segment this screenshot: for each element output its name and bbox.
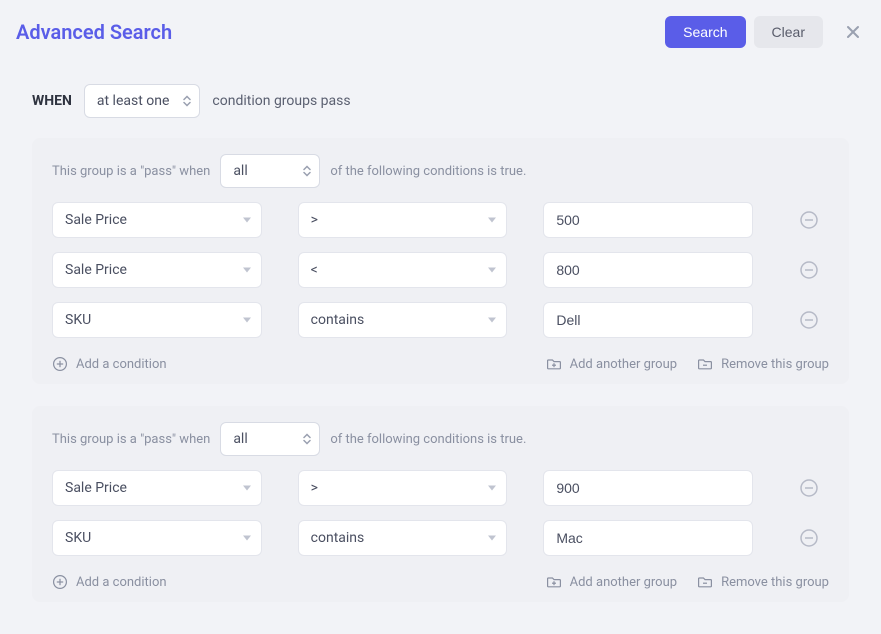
remove-group-label: Remove this group bbox=[721, 357, 829, 372]
group-prefix: This group is a "pass" when bbox=[52, 432, 210, 447]
folder-plus-icon bbox=[546, 574, 562, 590]
value-input[interactable] bbox=[543, 202, 753, 238]
field-select[interactable]: SKU bbox=[52, 302, 262, 338]
remove-condition-button[interactable] bbox=[799, 260, 819, 280]
add-condition-button[interactable]: Add a condition bbox=[52, 574, 167, 590]
chevron-down-icon bbox=[488, 268, 496, 273]
remove-condition-button[interactable] bbox=[799, 310, 819, 330]
field-value: SKU bbox=[65, 530, 91, 546]
group-match-value: all bbox=[233, 431, 247, 447]
group-header: This group is a "pass" when all of the f… bbox=[52, 154, 829, 188]
close-button[interactable] bbox=[841, 20, 865, 44]
chevron-down-icon bbox=[488, 536, 496, 541]
operator-select[interactable]: < bbox=[298, 252, 508, 288]
group-actions: Add a condition Add another group Remove… bbox=[52, 352, 829, 372]
add-group-button[interactable]: Add another group bbox=[546, 356, 677, 372]
condition-row: Sale Price > bbox=[52, 202, 829, 238]
when-suffix: condition groups pass bbox=[212, 93, 350, 109]
operator-value: > bbox=[311, 212, 318, 228]
condition-row: SKU contains bbox=[52, 302, 829, 338]
remove-condition-button[interactable] bbox=[799, 478, 819, 498]
remove-group-button[interactable]: Remove this group bbox=[697, 574, 829, 590]
when-label: WHEN bbox=[32, 93, 72, 109]
group-match-select[interactable]: all bbox=[220, 154, 320, 188]
plus-circle-icon bbox=[52, 574, 68, 590]
remove-condition-button[interactable] bbox=[799, 528, 819, 548]
chevron-down-icon bbox=[488, 318, 496, 323]
condition-row: Sale Price < bbox=[52, 252, 829, 288]
header: Advanced Search Search Clear bbox=[0, 0, 881, 64]
add-group-label: Add another group bbox=[570, 357, 677, 372]
chevron-updown-icon bbox=[303, 434, 311, 445]
add-group-label: Add another group bbox=[570, 575, 677, 590]
operator-select[interactable]: > bbox=[298, 202, 508, 238]
when-row: WHEN at least one condition groups pass bbox=[32, 64, 849, 138]
group-suffix: of the following conditions is true. bbox=[330, 432, 526, 447]
plus-circle-icon bbox=[52, 356, 68, 372]
operator-select[interactable]: > bbox=[298, 470, 508, 506]
chevron-down-icon bbox=[243, 536, 251, 541]
field-select[interactable]: Sale Price bbox=[52, 202, 262, 238]
group-match-select[interactable]: all bbox=[220, 422, 320, 456]
operator-select[interactable]: contains bbox=[298, 520, 508, 556]
remove-group-label: Remove this group bbox=[721, 575, 829, 590]
chevron-down-icon bbox=[243, 318, 251, 323]
remove-condition-button[interactable] bbox=[799, 210, 819, 230]
folder-minus-icon bbox=[697, 574, 713, 590]
condition-group: This group is a "pass" when all of the f… bbox=[32, 406, 849, 602]
operator-value: > bbox=[311, 480, 318, 496]
chevron-down-icon bbox=[243, 486, 251, 491]
chevron-down-icon bbox=[488, 486, 496, 491]
operator-value: < bbox=[311, 262, 318, 278]
content: WHEN at least one condition groups pass … bbox=[0, 64, 881, 634]
chevron-updown-icon bbox=[183, 96, 191, 107]
remove-group-button[interactable]: Remove this group bbox=[697, 356, 829, 372]
folder-minus-icon bbox=[697, 356, 713, 372]
group-header: This group is a "pass" when all of the f… bbox=[52, 422, 829, 456]
operator-select[interactable]: contains bbox=[298, 302, 508, 338]
operator-value: contains bbox=[311, 312, 365, 328]
when-mode-value: at least one bbox=[97, 93, 170, 109]
page-title: Advanced Search bbox=[16, 20, 657, 44]
add-condition-button[interactable]: Add a condition bbox=[52, 356, 167, 372]
add-condition-label: Add a condition bbox=[76, 357, 167, 372]
field-select[interactable]: Sale Price bbox=[52, 252, 262, 288]
value-input[interactable] bbox=[543, 252, 753, 288]
chevron-down-icon bbox=[243, 268, 251, 273]
field-value: Sale Price bbox=[65, 480, 127, 496]
field-select[interactable]: SKU bbox=[52, 520, 262, 556]
close-icon bbox=[845, 24, 861, 40]
value-input[interactable] bbox=[543, 470, 753, 506]
operator-value: contains bbox=[311, 530, 365, 546]
add-group-button[interactable]: Add another group bbox=[546, 574, 677, 590]
field-value: Sale Price bbox=[65, 262, 127, 278]
condition-row: Sale Price > bbox=[52, 470, 829, 506]
search-button[interactable]: Search bbox=[665, 16, 745, 48]
group-prefix: This group is a "pass" when bbox=[52, 164, 210, 179]
clear-button[interactable]: Clear bbox=[754, 16, 823, 48]
add-condition-label: Add a condition bbox=[76, 575, 167, 590]
condition-group: This group is a "pass" when all of the f… bbox=[32, 138, 849, 384]
chevron-down-icon bbox=[488, 218, 496, 223]
value-input[interactable] bbox=[543, 520, 753, 556]
group-suffix: of the following conditions is true. bbox=[330, 164, 526, 179]
condition-row: SKU contains bbox=[52, 520, 829, 556]
field-value: Sale Price bbox=[65, 212, 127, 228]
folder-plus-icon bbox=[546, 356, 562, 372]
group-match-value: all bbox=[233, 163, 247, 179]
group-actions: Add a condition Add another group Remove… bbox=[52, 570, 829, 590]
when-mode-select[interactable]: at least one bbox=[84, 84, 201, 118]
value-input[interactable] bbox=[543, 302, 753, 338]
chevron-down-icon bbox=[243, 218, 251, 223]
field-select[interactable]: Sale Price bbox=[52, 470, 262, 506]
chevron-updown-icon bbox=[303, 166, 311, 177]
field-value: SKU bbox=[65, 312, 91, 328]
